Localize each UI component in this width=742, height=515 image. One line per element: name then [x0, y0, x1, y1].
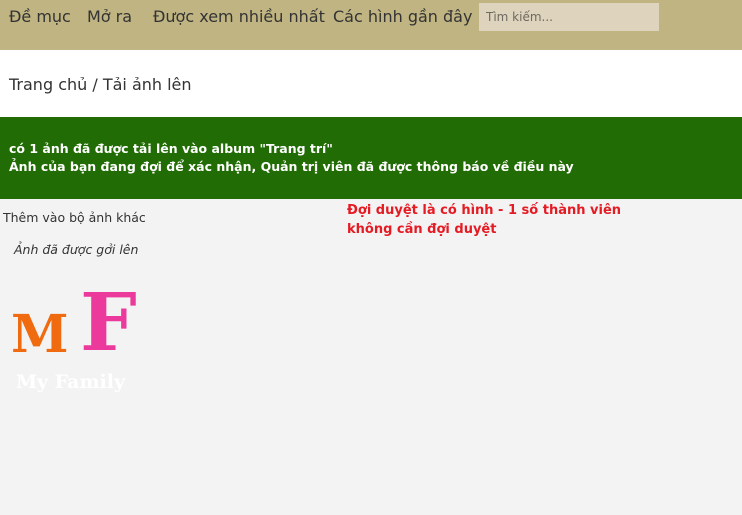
logo-letter-f: F	[80, 280, 137, 369]
nav-item-categories[interactable]: Đề mục	[9, 7, 71, 26]
top-navigation-bar: Đề mục Mở ra Được xem nhiều nhất Các hìn…	[0, 0, 742, 50]
logo-letter-m: M	[11, 304, 69, 365]
nav-item-open[interactable]: Mở ra	[87, 7, 132, 26]
nav-item-recent-images[interactable]: Các hình gần đây	[333, 7, 472, 26]
uploaded-images-caption: Ảnh đã được gởi lên	[14, 242, 139, 257]
breadcrumb-home-link[interactable]: Trang chủ	[9, 75, 87, 94]
annotation-note-line1: Đợi duyệt là có hình - 1 số thành viên	[347, 203, 622, 218]
nav-item-most-viewed[interactable]: Được xem nhiều nhất	[153, 7, 325, 26]
breadcrumb-current: Tải ảnh lên	[102, 75, 192, 94]
banner-pending-message: Ảnh của bạn đang đợi để xác nhận, Quản t…	[9, 159, 574, 174]
uploaded-image-thumbnail[interactable]: M F My Family	[8, 280, 158, 395]
search-input[interactable]	[479, 3, 659, 31]
breadcrumb: Trang chủ / Tải ảnh lên	[9, 75, 192, 94]
breadcrumb-separator: /	[87, 75, 103, 94]
breadcrumb-bar: Trang chủ / Tải ảnh lên	[0, 50, 742, 117]
add-to-other-album-link[interactable]: Thêm vào bộ ảnh khác	[3, 210, 146, 225]
annotation-note-line2: không cần đợi duyệt	[347, 222, 497, 237]
upload-success-banner: có 1 ảnh đã được tải lên vào album "Tran…	[0, 117, 742, 199]
logo-caption-text: My Family	[16, 371, 126, 393]
banner-upload-message: có 1 ảnh đã được tải lên vào album "Tran…	[9, 141, 333, 156]
